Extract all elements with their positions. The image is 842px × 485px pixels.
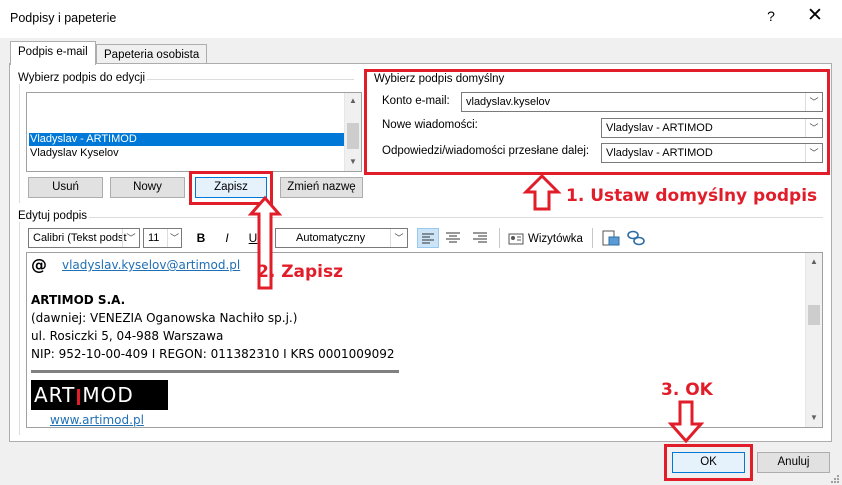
font-combo[interactable]: Calibri (Tekst podst ﹀ bbox=[28, 228, 140, 248]
align-right-icon bbox=[473, 232, 487, 243]
step3-arrow-icon bbox=[668, 400, 704, 444]
account-value: vladyslav.kyselov bbox=[466, 96, 551, 108]
scroll-thumb[interactable] bbox=[347, 123, 359, 149]
step1-arrow-icon bbox=[522, 173, 562, 211]
scroll-down-icon[interactable]: ▼ bbox=[345, 157, 361, 166]
artimod-logo: ART MOD bbox=[31, 380, 168, 410]
step1-annotation: 1. Ustaw domyślny podpis bbox=[566, 186, 818, 206]
company-former-name: (dawniej: VENEZIA Oganowska Nachiło sp.j… bbox=[31, 311, 298, 325]
chevron-down-icon[interactable]: ﹀ bbox=[390, 229, 407, 247]
tab-personal-stationery-label: Papeteria osobista bbox=[104, 49, 200, 61]
logo-text-left: ART bbox=[34, 383, 76, 407]
bold-button[interactable]: B bbox=[193, 228, 209, 248]
business-card-icon bbox=[508, 233, 524, 245]
ok-highlight-box bbox=[664, 444, 753, 481]
chevron-down-icon[interactable]: ﹀ bbox=[167, 229, 181, 247]
logo-accent bbox=[77, 388, 81, 405]
close-button[interactable]: ✕ bbox=[803, 5, 827, 27]
rename-button[interactable]: Zmień nazwę bbox=[280, 177, 363, 198]
help-button[interactable]: ? bbox=[763, 8, 779, 24]
toolbar-divider bbox=[499, 228, 500, 248]
chevron-down-icon[interactable]: ﹀ bbox=[122, 229, 139, 247]
tab-personal-stationery[interactable]: Papeteria osobista bbox=[96, 44, 208, 65]
new-button[interactable]: Nowy bbox=[110, 177, 185, 198]
new-messages-value: Vladyslav - ARTIMOD bbox=[606, 122, 713, 134]
chevron-down-icon[interactable]: ﹀ bbox=[805, 119, 822, 137]
business-card-label: Wizytówka bbox=[528, 233, 583, 245]
new-messages-label: Nowe wiadomości: bbox=[382, 119, 478, 131]
size-combo[interactable]: 11 ﹀ bbox=[143, 228, 182, 248]
align-left-button[interactable] bbox=[417, 228, 439, 248]
step3-annotation: 3. OK bbox=[661, 380, 713, 400]
scroll-thumb[interactable] bbox=[808, 305, 820, 325]
tab-email-signature-label: Podpis e-mail bbox=[18, 46, 88, 58]
insert-picture-icon bbox=[602, 230, 620, 246]
signature-list[interactable]: Vladyslav - ARTIMOD Vladyslav Kyselov ▲ … bbox=[26, 92, 362, 172]
align-right-button[interactable] bbox=[470, 229, 490, 247]
tab-email-signature[interactable]: Podpis e-mail bbox=[10, 41, 96, 65]
insert-picture-button[interactable] bbox=[601, 229, 621, 250]
list-item[interactable]: Vladyslav - ARTIMOD bbox=[29, 133, 344, 146]
chevron-down-icon[interactable]: ﹀ bbox=[805, 144, 822, 162]
select-signature-label: Wybierz podpis do edycji bbox=[16, 72, 148, 84]
chevron-down-icon[interactable]: ﹀ bbox=[805, 93, 822, 111]
hyperlink-icon bbox=[627, 230, 645, 246]
account-label: Konto e-mail: bbox=[382, 95, 450, 107]
editor-scrollbar[interactable]: ▲ ▼ bbox=[805, 253, 822, 427]
replies-value: Vladyslav - ARTIMOD bbox=[606, 147, 713, 159]
cancel-button[interactable]: Anuluj bbox=[757, 452, 830, 473]
scroll-up-icon[interactable]: ▲ bbox=[345, 96, 361, 105]
company-address: ul. Rosiczki 5, 04-988 Warszawa bbox=[31, 329, 224, 343]
color-value: Automatyczny bbox=[296, 232, 366, 244]
align-center-button[interactable] bbox=[443, 229, 463, 247]
business-card-button[interactable]: Wizytówka bbox=[508, 229, 583, 249]
delete-button[interactable]: Usuń bbox=[28, 177, 103, 198]
list-scrollbar[interactable]: ▲ ▼ bbox=[344, 93, 361, 171]
scroll-up-icon[interactable]: ▲ bbox=[806, 257, 822, 266]
replies-label: Odpowiedzi/wiadomości przesłane dalej: bbox=[382, 145, 590, 157]
account-combo[interactable]: vladyslav.kyselov ﹀ bbox=[461, 92, 823, 112]
font-value: Calibri (Tekst podst bbox=[33, 232, 127, 244]
window-title: Podpisy i papeterie bbox=[10, 11, 117, 25]
company-ids: NIP: 952-10-00-409 I REGON: 011382310 I … bbox=[31, 347, 395, 361]
resize-grip-icon[interactable] bbox=[828, 472, 840, 484]
toolbar-divider bbox=[592, 228, 593, 248]
logo-text-right: MOD bbox=[82, 383, 134, 407]
at-icon: @ bbox=[31, 255, 47, 274]
color-combo[interactable]: Automatyczny ﹀ bbox=[275, 228, 408, 248]
scroll-down-icon[interactable]: ▼ bbox=[806, 413, 822, 422]
italic-button[interactable]: I bbox=[219, 228, 235, 248]
website-link[interactable]: www.artimod.pl bbox=[50, 413, 144, 427]
title-bar bbox=[0, 0, 842, 38]
step2-annotation: 2. Zapisz bbox=[257, 262, 344, 282]
align-center-icon bbox=[446, 232, 460, 243]
size-value: 11 bbox=[148, 232, 160, 244]
insert-link-button[interactable] bbox=[626, 229, 646, 250]
align-left-icon bbox=[422, 233, 434, 244]
default-signature-label: Wybierz podpis domyślny bbox=[372, 73, 507, 85]
email-link[interactable]: vladyslav.kyselov@artimod.pl bbox=[62, 258, 240, 272]
edit-signature-label: Edytuj podpis bbox=[16, 210, 90, 222]
replies-combo[interactable]: Vladyslav - ARTIMOD ﹀ bbox=[601, 143, 823, 163]
list-item[interactable]: Vladyslav Kyselov bbox=[29, 147, 119, 160]
company-name: ARTIMOD S.A. bbox=[31, 293, 126, 307]
new-messages-combo[interactable]: Vladyslav - ARTIMOD ﹀ bbox=[601, 118, 823, 138]
signature-divider bbox=[31, 370, 399, 373]
